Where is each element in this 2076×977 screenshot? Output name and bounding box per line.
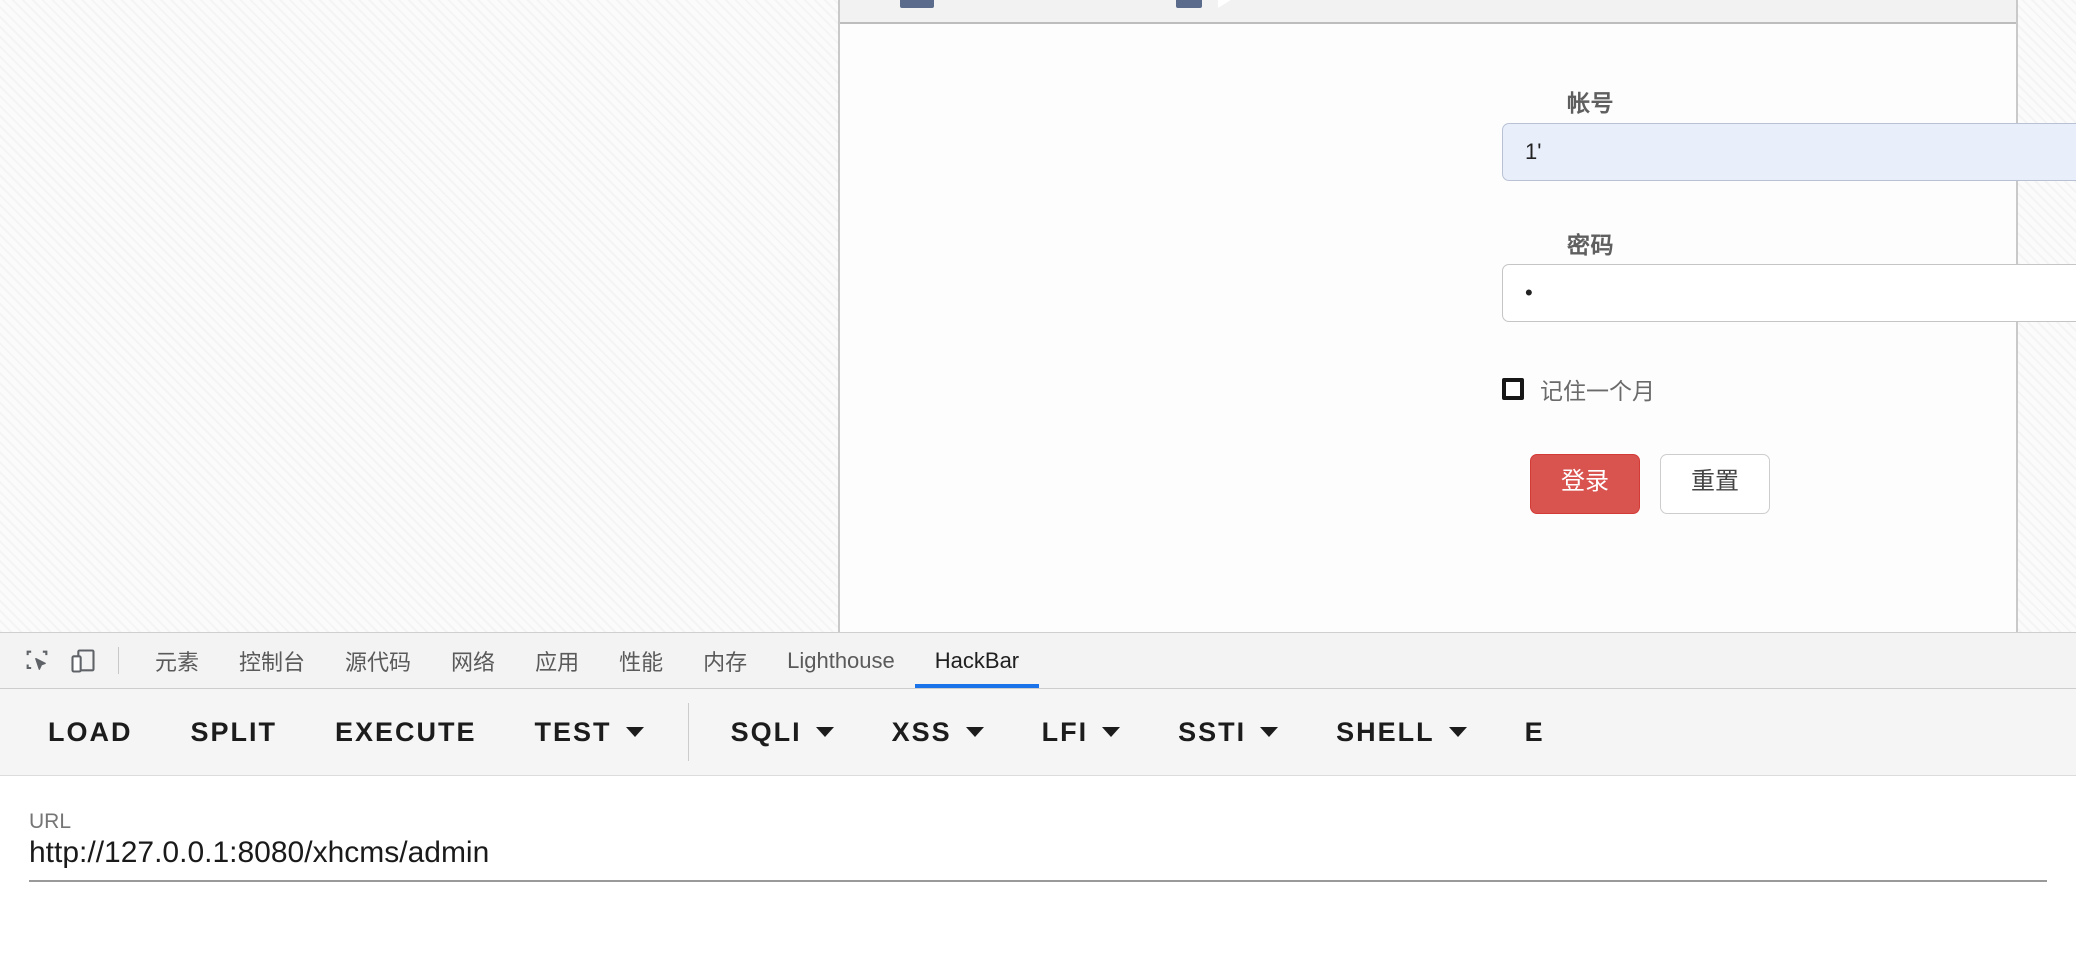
hackbar-xss-label: XSS bbox=[891, 716, 952, 747]
hackbar-sqli-button[interactable]: SQLI bbox=[731, 717, 834, 748]
login-form: 帐号 密码 记住一个月 登录 重置 bbox=[840, 22, 2076, 632]
header-caret-icon bbox=[1218, 0, 1234, 8]
hackbar-ssti-label: SSTI bbox=[1178, 716, 1247, 747]
inspect-element-icon[interactable] bbox=[14, 633, 60, 688]
hackbar-test-label: TEST bbox=[534, 716, 612, 747]
tab-console[interactable]: 控制台 bbox=[219, 633, 325, 688]
tab-hackbar[interactable]: HackBar bbox=[914, 633, 1040, 688]
hackbar-lfi-label: LFI bbox=[1041, 716, 1089, 747]
login-panel: 帐号 密码 记住一个月 登录 重置 bbox=[838, 0, 2076, 632]
chevron-down-icon bbox=[1102, 727, 1121, 737]
device-toolbar-icon[interactable] bbox=[60, 633, 106, 688]
hackbar-execute-label: EXECUTE bbox=[335, 716, 477, 747]
hackbar-sqli-label: SQLI bbox=[730, 716, 802, 747]
hackbar-ssti-button[interactable]: SSTI bbox=[1178, 716, 1279, 748]
account-input[interactable] bbox=[1502, 123, 2076, 181]
remember-me-checkbox[interactable] bbox=[1502, 378, 1524, 400]
panel-header-content bbox=[900, 0, 1234, 18]
tab-memory[interactable]: 内存 bbox=[683, 633, 767, 688]
tab-lighthouse[interactable]: Lighthouse bbox=[767, 633, 915, 688]
password-input[interactable] bbox=[1502, 264, 2076, 322]
url-input[interactable]: http://127.0.0.1:8080/xhcms/admin bbox=[29, 836, 2076, 882]
chevron-down-icon bbox=[965, 727, 984, 737]
hackbar-encoding-label: E bbox=[1524, 716, 1545, 747]
browser-page-viewport: 帐号 密码 记住一个月 登录 重置 bbox=[0, 0, 2076, 632]
hackbar-execute-button[interactable]: EXECUTE bbox=[335, 717, 477, 748]
chevron-down-icon bbox=[815, 727, 834, 737]
chevron-down-icon bbox=[1260, 727, 1279, 737]
toolbar-separator bbox=[118, 647, 119, 674]
login-button[interactable]: 登录 bbox=[1530, 454, 1640, 515]
panel-header-bar bbox=[840, 0, 2016, 24]
tab-sources[interactable]: 源代码 bbox=[325, 633, 431, 688]
account-field-label: 帐号 bbox=[1567, 90, 1614, 116]
hackbar-lfi-button[interactable]: LFI bbox=[1042, 717, 1121, 748]
tab-performance[interactable]: 性能 bbox=[599, 633, 683, 688]
chevron-down-icon bbox=[625, 727, 644, 737]
remember-me-label: 记住一个月 bbox=[1540, 378, 1655, 404]
screen-root: 帐号 密码 记住一个月 登录 重置 bbox=[0, 0, 2076, 977]
chevron-down-icon bbox=[1448, 727, 1467, 737]
header-logo-icon bbox=[900, 0, 934, 8]
hackbar-toolbar-divider bbox=[687, 703, 689, 761]
url-input-underline bbox=[29, 880, 2047, 882]
hackbar-toolbar: LOAD SPLIT EXECUTE TEST SQLI XSS LFI SST… bbox=[0, 689, 2076, 776]
hackbar-encoding-button[interactable]: E bbox=[1525, 717, 1545, 748]
url-field-label: URL bbox=[29, 810, 72, 833]
header-secondary-logo-icon bbox=[1176, 0, 1202, 8]
hackbar-load-button[interactable]: LOAD bbox=[48, 717, 133, 748]
devtools-panel: 元素 控制台 源代码 网络 应用 性能 内存 Lighthouse HackBa… bbox=[0, 632, 2076, 977]
hackbar-url-block: URL http://127.0.0.1:8080/xhcms/admin bbox=[0, 776, 2076, 882]
devtools-tab-bar: 元素 控制台 源代码 网络 应用 性能 内存 Lighthouse HackBa… bbox=[0, 633, 2076, 689]
tab-application[interactable]: 应用 bbox=[515, 633, 599, 688]
hackbar-test-button[interactable]: TEST bbox=[535, 717, 644, 748]
hackbar-xss-button[interactable]: XSS bbox=[892, 717, 984, 748]
password-field-label: 密码 bbox=[1567, 232, 1614, 258]
tab-network[interactable]: 网络 bbox=[431, 633, 515, 688]
form-button-row: 登录 重置 bbox=[1530, 454, 1770, 515]
hackbar-split-label: SPLIT bbox=[190, 716, 278, 747]
hackbar-split-button[interactable]: SPLIT bbox=[191, 717, 278, 748]
remember-me-row[interactable]: 记住一个月 bbox=[1502, 372, 1655, 406]
tab-elements[interactable]: 元素 bbox=[135, 633, 219, 688]
hackbar-load-label: LOAD bbox=[48, 716, 133, 747]
reset-button[interactable]: 重置 bbox=[1660, 454, 1770, 515]
hackbar-shell-button[interactable]: SHELL bbox=[1336, 717, 1467, 748]
hackbar-shell-label: SHELL bbox=[1336, 716, 1435, 747]
